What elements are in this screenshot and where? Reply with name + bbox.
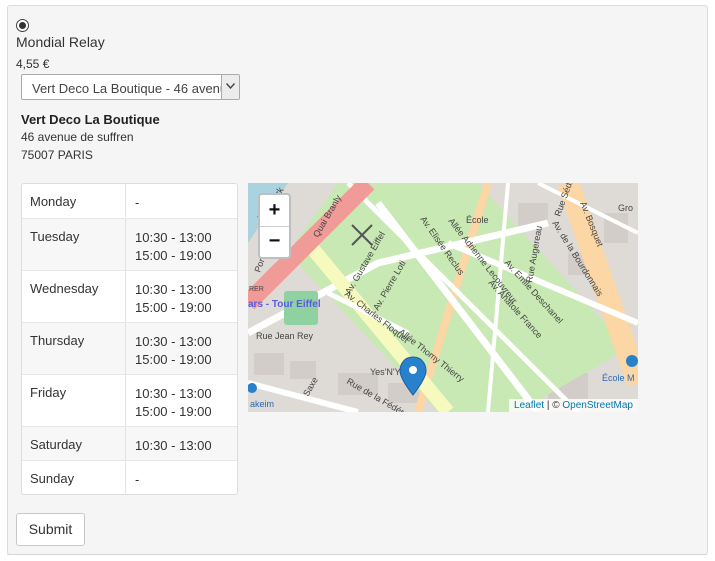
day-label: Monday (30, 194, 77, 209)
table-row: Friday 10:30 - 13:00 15:00 - 19:00 (22, 374, 237, 426)
map-zoom-control: + − (258, 193, 291, 259)
shop-name: Vert Deco La Boutique (21, 112, 160, 127)
carrier-price: 4,55 € (16, 57, 50, 71)
table-row: Sunday - (22, 460, 237, 494)
map-attribution: Leaflet | © OpenStreetMap (509, 399, 638, 412)
chevron-down-icon (226, 83, 235, 89)
carrier-radio[interactable] (16, 19, 29, 32)
day-label: Sunday (30, 471, 75, 486)
day-label: Tuesday (30, 229, 80, 244)
map-label-tour-eiffel: ars - Tour Eiffel (248, 299, 321, 310)
map-label: Rue Jean Rey (256, 331, 314, 341)
table-row: Thursday 10:30 - 13:00 15:00 - 19:00 (22, 322, 237, 374)
day-times: 10:30 - 13:00 15:00 - 19:00 (135, 334, 212, 367)
shop-address: 46 avenue de suffren (21, 130, 134, 144)
day-times: 10:30 - 13:00 15:00 - 19:00 (135, 282, 212, 315)
map-label: Gro (618, 203, 633, 213)
map-label-bakeim: akeim (250, 399, 274, 409)
day-times: - (135, 472, 140, 487)
submit-button[interactable]: Submit (16, 513, 85, 546)
metro-icon (626, 355, 638, 367)
divider (7, 554, 707, 555)
day-times: 10:30 - 13:00 15:00 - 19:00 (135, 386, 212, 419)
table-row: Wednesday 10:30 - 13:00 15:00 - 19:00 (22, 270, 237, 322)
table-row: Tuesday 10:30 - 13:00 15:00 - 19:00 (22, 218, 237, 270)
opening-hours-table: Monday - Tuesday 10:30 - 13:00 15:00 - 19… (21, 183, 238, 495)
day-label: Friday (30, 385, 67, 400)
day-times: - (135, 195, 140, 210)
select-arrow[interactable] (221, 75, 239, 99)
leaflet-link[interactable]: Leaflet (514, 400, 544, 411)
zoom-in-button[interactable]: + (260, 195, 289, 227)
day-label: Saturday (30, 437, 83, 452)
zoom-out-button[interactable]: − (260, 226, 289, 257)
radio-dot (19, 22, 26, 29)
relay-map[interactable]: Quai Branly New York Port Av. Gustave Ei… (248, 183, 638, 412)
relay-point-value: Vert Deco La Boutique - 46 avenue de suf… (32, 81, 222, 96)
day-times: 10:30 - 13:00 (135, 438, 212, 453)
map-tiles[interactable]: Quai Branly New York Port Av. Gustave Ei… (248, 183, 638, 412)
shop-city: 75007 PARIS (21, 148, 93, 162)
table-row: Monday - (22, 184, 237, 217)
map-label: Yes'N'Y (370, 367, 401, 377)
map-label: École (466, 215, 489, 225)
map-label: RER (249, 286, 264, 293)
day-times: 10:30 - 13:00 15:00 - 19:00 (135, 230, 212, 263)
openstreetmap-link[interactable]: OpenStreetMap (562, 400, 633, 411)
day-label: Wednesday (30, 281, 99, 296)
map-label-ecole-m: École M (602, 373, 635, 383)
table-row: Saturday 10:30 - 13:00 (22, 426, 237, 460)
attribution-separator: | © (544, 400, 563, 411)
day-label: Thursday (30, 333, 85, 348)
relay-point-select[interactable]: Vert Deco La Boutique - 46 avenue de suf… (21, 74, 240, 100)
carrier-name: Mondial Relay (16, 34, 105, 50)
